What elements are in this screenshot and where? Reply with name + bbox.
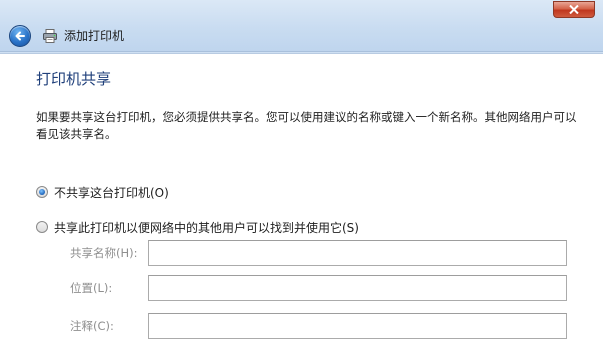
- page-description: 如果要共享这台打印机，您必须提供共享名。您可以使用建议的名称或键入一个新名称。其…: [36, 110, 577, 141]
- radio-no-share-label: 不共享这台打印机(O): [54, 185, 169, 200]
- radio-no-share[interactable]: 不共享这台打印机(O): [36, 184, 169, 200]
- comment-input[interactable]: [148, 313, 567, 339]
- printer-icon: [43, 29, 57, 43]
- share-name-input[interactable]: [148, 240, 567, 266]
- window-title: 添加打印机: [64, 29, 125, 43]
- wizard-content: 打印机共享 如果要共享这台打印机，您必须提供共享名。您可以使用建议的名称或键入一…: [0, 53, 603, 354]
- close-icon: [569, 5, 579, 14]
- title-bar: 添加打印机: [0, 0, 603, 52]
- location-label: 位置(L):: [70, 281, 113, 295]
- location-input[interactable]: [148, 275, 567, 301]
- radio-share-button[interactable]: [36, 221, 48, 233]
- back-arrow-icon: [15, 31, 25, 41]
- share-name-label: 共享名称(H):: [70, 246, 138, 260]
- page-heading: 打印机共享: [36, 70, 112, 88]
- comment-label: 注释(C):: [70, 319, 114, 333]
- back-button[interactable]: [9, 25, 31, 47]
- radio-share[interactable]: 共享此打印机以便网络中的其他用户可以找到并使用它(S): [36, 219, 359, 235]
- radio-no-share-button[interactable]: [36, 186, 48, 198]
- close-button[interactable]: [553, 1, 595, 18]
- radio-share-label: 共享此打印机以便网络中的其他用户可以找到并使用它(S): [54, 220, 359, 235]
